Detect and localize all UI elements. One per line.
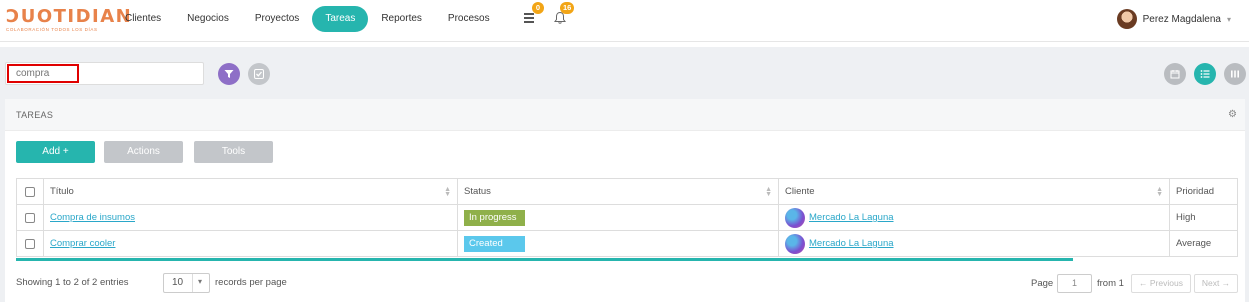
horizontal-scrollbar[interactable] (16, 258, 1073, 261)
calendar-icon (1170, 70, 1180, 79)
row-select-cell (17, 205, 44, 231)
prioridad-cell: Average (1170, 231, 1238, 257)
status-badge: Created (464, 235, 525, 252)
entries-summary: Showing 1 to 2 of 2 entries (16, 277, 129, 288)
user-menu[interactable]: Perez Magdalena ▾ (1116, 8, 1231, 30)
nav-item-negocios[interactable]: Negocios (174, 6, 242, 32)
user-avatar (1116, 9, 1137, 29)
column-header-label: Status (464, 186, 491, 197)
row-checkbox[interactable] (25, 212, 35, 223)
brand-logo[interactable]: ƆUOTIDIAN COLABORACIÓN TODOS LOS DÍAS (6, 6, 131, 38)
calendar-view-button[interactable] (1164, 63, 1186, 85)
column-header-label: Cliente (785, 186, 815, 197)
actions-button[interactable]: Actions (104, 141, 183, 163)
board-view-button[interactable] (1224, 63, 1246, 85)
chevron-down-icon: ▾ (198, 277, 203, 286)
column-header-cliente[interactable]: Cliente ▲ ▼ (779, 179, 1170, 205)
top-navbar: ƆUOTIDIAN COLABORACIÓN TODOS LOS DÍAS Cl… (0, 0, 1249, 42)
page-number-input[interactable]: 1 (1057, 274, 1092, 293)
page-total-label: from 1 (1097, 278, 1124, 289)
search-box (5, 62, 204, 85)
panel-header: TAREAS ⚙ (5, 99, 1245, 131)
nav-item-clientes[interactable]: Clientes (112, 6, 174, 32)
main-nav: Clientes Negocios Proyectos Tareas Repor… (112, 6, 503, 32)
titulo-cell: Comprar cooler (44, 231, 458, 257)
prioridad-cell: High (1170, 205, 1238, 231)
column-header-status[interactable]: Status ▲ ▼ (458, 179, 779, 205)
cliente-cell: Mercado La Laguna (779, 231, 1170, 257)
priority-text: Average (1176, 238, 1212, 249)
list-view-button[interactable] (1194, 63, 1216, 85)
add-task-button[interactable]: Add + (16, 141, 95, 163)
select-all-checkbox[interactable] (25, 186, 35, 197)
select-divider (192, 274, 193, 292)
filter-button[interactable] (218, 63, 240, 85)
row-select-cell (17, 231, 44, 257)
table-header-row: Título ▲ ▼ Status ▲ ▼ Cliente ▲ ▼ Prioridad (17, 179, 1238, 205)
records-per-page-label: records per page (215, 277, 287, 288)
task-title-link[interactable]: Comprar cooler (50, 238, 115, 249)
nav-item-tareas[interactable]: Tareas (312, 6, 369, 32)
sort-icon: ▲ ▼ (444, 186, 451, 198)
gear-icon[interactable]: ⚙ (1228, 109, 1237, 120)
column-header-titulo[interactable]: Título ▲ ▼ (44, 179, 458, 205)
per-page-select[interactable]: 10 ▾ (163, 273, 210, 293)
previous-page-button[interactable]: ← Previous (1131, 274, 1191, 293)
page-label: Page (1031, 278, 1054, 289)
notifications-count-badge: 16 (560, 2, 575, 14)
column-header-prioridad[interactable]: Prioridad (1170, 179, 1238, 205)
chevron-down-icon: ▾ (1226, 14, 1231, 24)
priority-text: High (1176, 212, 1196, 223)
titulo-cell: Compra de insumos (44, 205, 458, 231)
panel-title: TAREAS (16, 110, 54, 120)
user-name: Perez Magdalena (1142, 13, 1221, 25)
client-avatar (785, 233, 805, 254)
tasks-table: Título ▲ ▼ Status ▲ ▼ Cliente ▲ ▼ Prioridad… (16, 178, 1238, 257)
table-row: Compra de insumos In progress Mercado La… (17, 205, 1238, 231)
select-all-cell (17, 179, 44, 205)
sort-icon: ▲ ▼ (765, 186, 772, 198)
list-icon (1200, 70, 1210, 78)
task-title-link[interactable]: Compra de insumos (50, 212, 135, 223)
table-row: Comprar cooler Created Mercado La Laguna… (17, 231, 1238, 257)
column-header-label: Prioridad (1176, 186, 1215, 197)
task-list-button[interactable]: 0 (522, 2, 544, 27)
status-cell: Created (458, 231, 779, 257)
nav-item-reportes[interactable]: Reportes (368, 6, 435, 32)
nav-item-procesos[interactable]: Procesos (435, 6, 503, 32)
tasks-count-badge: 0 (532, 2, 544, 14)
client-avatar (785, 207, 805, 228)
tasks-panel: TAREAS ⚙ Add + Actions Tools Título ▲ ▼ S… (5, 99, 1245, 302)
per-page-value: 10 (172, 277, 184, 288)
client-link[interactable]: Mercado La Laguna (809, 238, 894, 249)
nav-item-proyectos[interactable]: Proyectos (242, 6, 312, 32)
brand-tagline: COLABORACIÓN TODOS LOS DÍAS (6, 27, 98, 32)
cliente-cell: Mercado La Laguna (779, 205, 1170, 231)
status-cell: In progress (458, 205, 779, 231)
filter-icon (224, 70, 234, 78)
sort-icon: ▲ ▼ (1156, 186, 1163, 198)
column-header-label: Título (50, 186, 74, 197)
status-badge: In progress (464, 209, 525, 226)
row-checkbox[interactable] (25, 238, 35, 249)
checkbox-check-icon (254, 69, 264, 79)
client-link[interactable]: Mercado La Laguna (809, 212, 894, 223)
search-input[interactable] (7, 64, 79, 83)
next-page-button[interactable]: Next → (1194, 274, 1238, 293)
completed-toggle-button[interactable] (248, 63, 270, 85)
tools-button[interactable]: Tools (194, 141, 273, 163)
columns-icon (1231, 70, 1239, 78)
notifications-button[interactable]: 16 (553, 2, 575, 27)
